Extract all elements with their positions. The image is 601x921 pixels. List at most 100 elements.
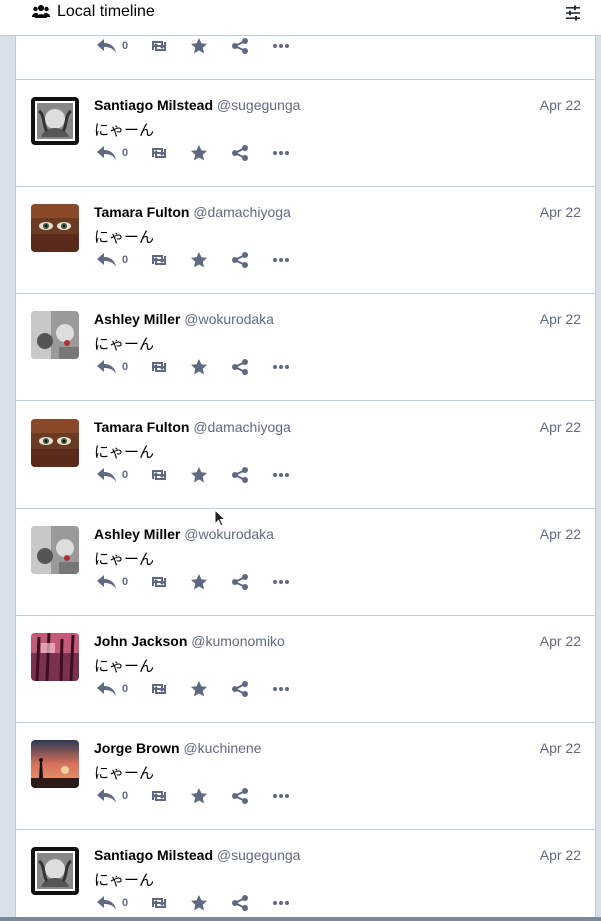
star-icon — [191, 359, 207, 375]
favourite-button[interactable] — [190, 144, 208, 162]
display-name[interactable]: Ashley Miller — [94, 311, 180, 327]
status-content: にゃーん — [94, 764, 155, 783]
favourite-button[interactable] — [190, 466, 208, 484]
reply-button[interactable] — [96, 466, 118, 484]
status-author[interactable]: Tamara Fulton @damachiyoga — [94, 418, 291, 436]
display-name[interactable]: John Jackson — [94, 633, 187, 649]
status-author[interactable]: John Jackson @kumonomiko — [94, 632, 285, 650]
share-button[interactable] — [231, 358, 249, 376]
account-handle[interactable]: @sugegunga — [217, 847, 301, 863]
account-handle[interactable]: @wokurodaka — [184, 526, 274, 542]
avatar[interactable] — [31, 847, 79, 896]
share-button[interactable] — [231, 466, 249, 484]
display-name[interactable]: Santiago Milstead — [94, 97, 213, 113]
favourite-button[interactable] — [190, 787, 208, 805]
more-button[interactable] — [272, 787, 290, 805]
reply-button[interactable] — [96, 251, 118, 269]
favourite-button[interactable] — [190, 37, 208, 55]
boost-icon — [152, 255, 166, 266]
more-button[interactable] — [272, 251, 290, 269]
status-actions: 0 — [94, 251, 314, 269]
display-name[interactable]: Santiago Milstead — [94, 847, 213, 863]
status-item[interactable]: Santiago Milstead @sugegunga Apr 22 にゃーん 0 — [16, 830, 595, 921]
status-item[interactable]: Jorge Brown @kuchinene Apr 22 にゃーん 0 — [16, 723, 595, 831]
more-button[interactable] — [272, 573, 290, 591]
more-button[interactable] — [272, 466, 290, 484]
account-handle[interactable]: @damachiyoga — [193, 419, 291, 435]
status-item[interactable]: John Jackson @kumonomiko Apr 22 にゃーん 0 — [16, 616, 595, 723]
boost-button[interactable] — [148, 894, 170, 912]
sliders-icon[interactable] — [565, 5, 581, 21]
share-button[interactable] — [231, 251, 249, 269]
share-button[interactable] — [231, 144, 249, 162]
favourite-button[interactable] — [190, 573, 208, 591]
boost-button[interactable] — [148, 466, 170, 484]
more-button[interactable] — [272, 358, 290, 376]
account-handle[interactable]: @wokurodaka — [184, 311, 274, 327]
status-time[interactable]: Apr 22 — [540, 525, 581, 543]
reply-button[interactable] — [96, 894, 118, 912]
reply-button[interactable] — [96, 37, 118, 55]
avatar[interactable] — [31, 740, 79, 789]
status-time[interactable]: Apr 22 — [540, 739, 581, 757]
more-button[interactable] — [272, 894, 290, 912]
status-time[interactable]: Apr 22 — [540, 846, 581, 864]
boost-button[interactable] — [148, 787, 170, 805]
account-handle[interactable]: @kuchinene — [183, 740, 261, 756]
boost-button[interactable] — [148, 37, 170, 55]
reply-button[interactable] — [96, 358, 118, 376]
account-handle[interactable]: @damachiyoga — [193, 204, 291, 220]
status-time[interactable]: Apr 22 — [540, 310, 581, 328]
boost-button[interactable] — [148, 680, 170, 698]
ellipsis-icon — [273, 472, 289, 477]
avatar[interactable] — [31, 204, 79, 253]
more-button[interactable] — [272, 680, 290, 698]
status-author[interactable]: Ashley Miller @wokurodaka — [94, 310, 274, 328]
share-button[interactable] — [231, 894, 249, 912]
status-item[interactable]: Ashley Miller @wokurodaka Apr 22 にゃーん 0 — [16, 294, 595, 402]
status-author[interactable]: Tamara Fulton @damachiyoga — [94, 203, 291, 221]
avatar[interactable] — [31, 633, 79, 681]
status-time[interactable]: Apr 22 — [540, 418, 581, 436]
status-author[interactable]: Santiago Milstead @sugegunga — [94, 846, 300, 864]
avatar[interactable] — [31, 418, 79, 467]
status-time[interactable]: Apr 22 — [540, 203, 581, 221]
account-handle[interactable]: @kumonomiko — [191, 633, 285, 649]
avatar[interactable] — [31, 525, 79, 574]
boost-button[interactable] — [148, 144, 170, 162]
status-time[interactable]: Apr 22 — [540, 632, 581, 650]
share-button[interactable] — [231, 37, 249, 55]
more-button[interactable] — [272, 144, 290, 162]
share-button[interactable] — [231, 787, 249, 805]
status-item[interactable]: Tamara Fulton @damachiyoga Apr 22 にゃーん 0 — [16, 187, 595, 295]
display-name[interactable]: Jorge Brown — [94, 740, 180, 756]
boost-button[interactable] — [148, 251, 170, 269]
reply-button[interactable] — [96, 680, 118, 698]
more-button[interactable] — [272, 37, 290, 55]
star-icon — [191, 895, 207, 911]
avatar[interactable] — [31, 311, 79, 360]
status-author[interactable]: Jorge Brown @kuchinene — [94, 739, 262, 757]
display-name[interactable]: Tamara Fulton — [94, 419, 189, 435]
status-time[interactable]: Apr 22 — [540, 96, 581, 114]
favourite-button[interactable] — [190, 358, 208, 376]
share-button[interactable] — [231, 680, 249, 698]
avatar[interactable] — [31, 97, 79, 145]
favourite-button[interactable] — [190, 894, 208, 912]
favourite-button[interactable] — [190, 251, 208, 269]
reply-button[interactable] — [96, 144, 118, 162]
reply-button[interactable] — [96, 787, 118, 805]
display-name[interactable]: Tamara Fulton — [94, 204, 189, 220]
status-item[interactable]: Tamara Fulton @damachiyoga Apr 22 にゃーん 0 — [16, 402, 595, 509]
status-item[interactable]: Ashley Miller @wokurodaka Apr 22 にゃーん 0 — [16, 509, 595, 616]
account-handle[interactable]: @sugegunga — [217, 97, 301, 113]
display-name[interactable]: Ashley Miller — [94, 526, 180, 542]
boost-button[interactable] — [148, 573, 170, 591]
reply-button[interactable] — [96, 573, 118, 591]
favourite-button[interactable] — [190, 680, 208, 698]
boost-button[interactable] — [148, 358, 170, 376]
status-item[interactable]: Santiago Milstead @sugegunga Apr 22 にゃーん 0 — [16, 80, 595, 187]
share-button[interactable] — [231, 573, 249, 591]
status-author[interactable]: Santiago Milstead @sugegunga — [94, 96, 300, 114]
status-author[interactable]: Ashley Miller @wokurodaka — [94, 525, 274, 543]
